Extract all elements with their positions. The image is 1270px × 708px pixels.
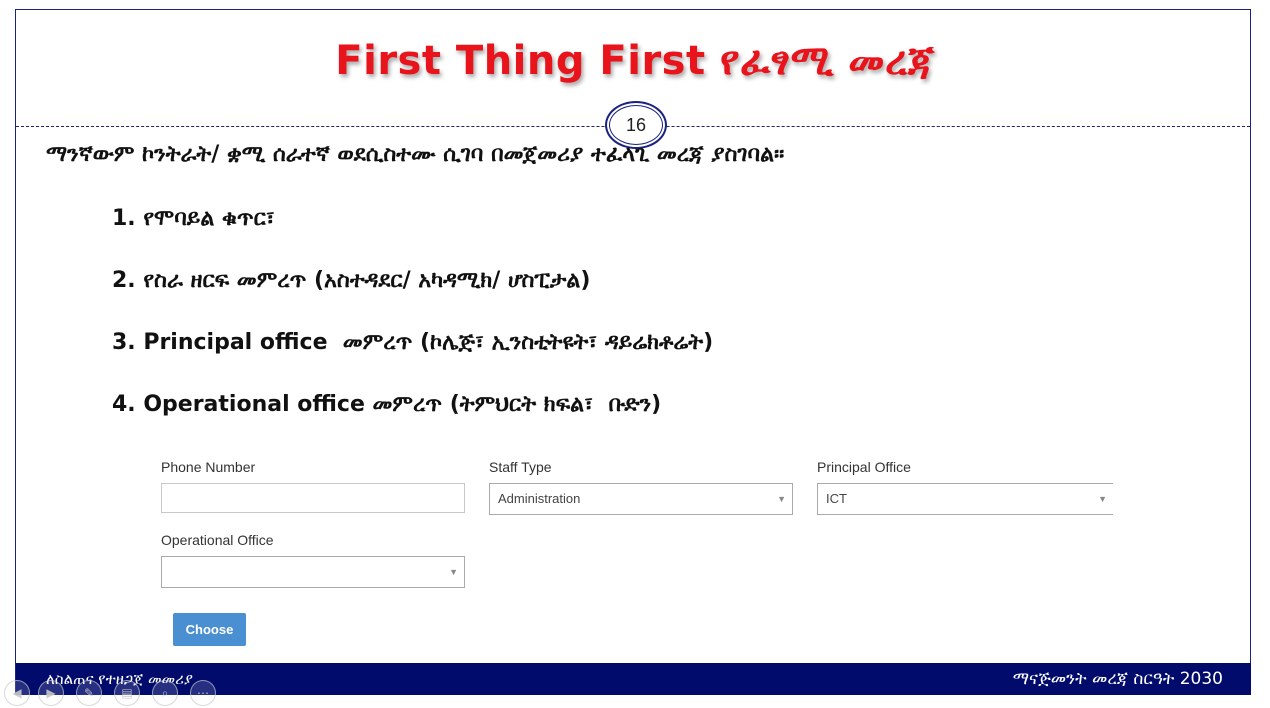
principal-office-label: Principal Office [817, 459, 911, 475]
principal-office-select[interactable]: ICT ▼ [817, 483, 1113, 515]
slideshow-controls: ◀ ▶ ✎ ▤ ⌕ ⋯ [0, 680, 230, 708]
slides-icon[interactable]: ▤ [114, 680, 140, 706]
pen-icon[interactable]: ✎ [76, 680, 102, 706]
caret-down-icon: ▼ [449, 567, 458, 577]
steps-list: 1. የሞባይል ቁጥር፣ 2. የስራ ዘርፍ መምረጥ (አስተዳደር/ አ… [112, 200, 713, 448]
step-item: 1. የሞባይል ቁጥር፣ [112, 206, 275, 231]
operational-office-select[interactable]: ▼ [161, 556, 465, 588]
zoom-icon[interactable]: ⌕ [152, 680, 178, 706]
staff-type-label: Staff Type [489, 459, 552, 475]
choose-button[interactable]: Choose [173, 613, 246, 646]
footer-right-text: ማናጅመንት መረጃ ስርዓት 2030 [1012, 669, 1223, 689]
slide-title: First Thing First የፈፃሚ መረጃ [335, 38, 935, 84]
staff-type-value: Administration [498, 491, 581, 506]
play-icon[interactable]: ▶ [38, 680, 64, 706]
caret-down-icon: ▼ [1098, 494, 1107, 504]
step-item: 3. Principal office መምረጥ (ኮሌጅ፣ ኢንስቲትዩት፣ … [112, 330, 714, 355]
staff-type-select[interactable]: Administration ▼ [489, 483, 793, 515]
operational-office-label: Operational Office [161, 532, 274, 548]
step-item: 4. Operational office መምረጥ (ትምህርት ክፍል፣ ቡ… [112, 392, 662, 417]
caret-down-icon: ▼ [777, 494, 786, 504]
previous-icon[interactable]: ◀ [4, 680, 30, 706]
intro-text: ማንኛውም ኮንትራት/ ቋሚ ሰራተኛ ወደሲስተሙ ሲገባ በመጀመሪያ ተ… [46, 142, 785, 167]
step-item: 2. የስራ ዘርፍ መምረጥ (አስተዳደር/ አካዳሚክ/ ሆስፒታል) [112, 268, 591, 293]
more-icon[interactable]: ⋯ [190, 680, 216, 706]
principal-office-value: ICT [826, 491, 847, 506]
phone-number-input[interactable] [161, 483, 465, 513]
phone-number-label: Phone Number [161, 459, 256, 475]
